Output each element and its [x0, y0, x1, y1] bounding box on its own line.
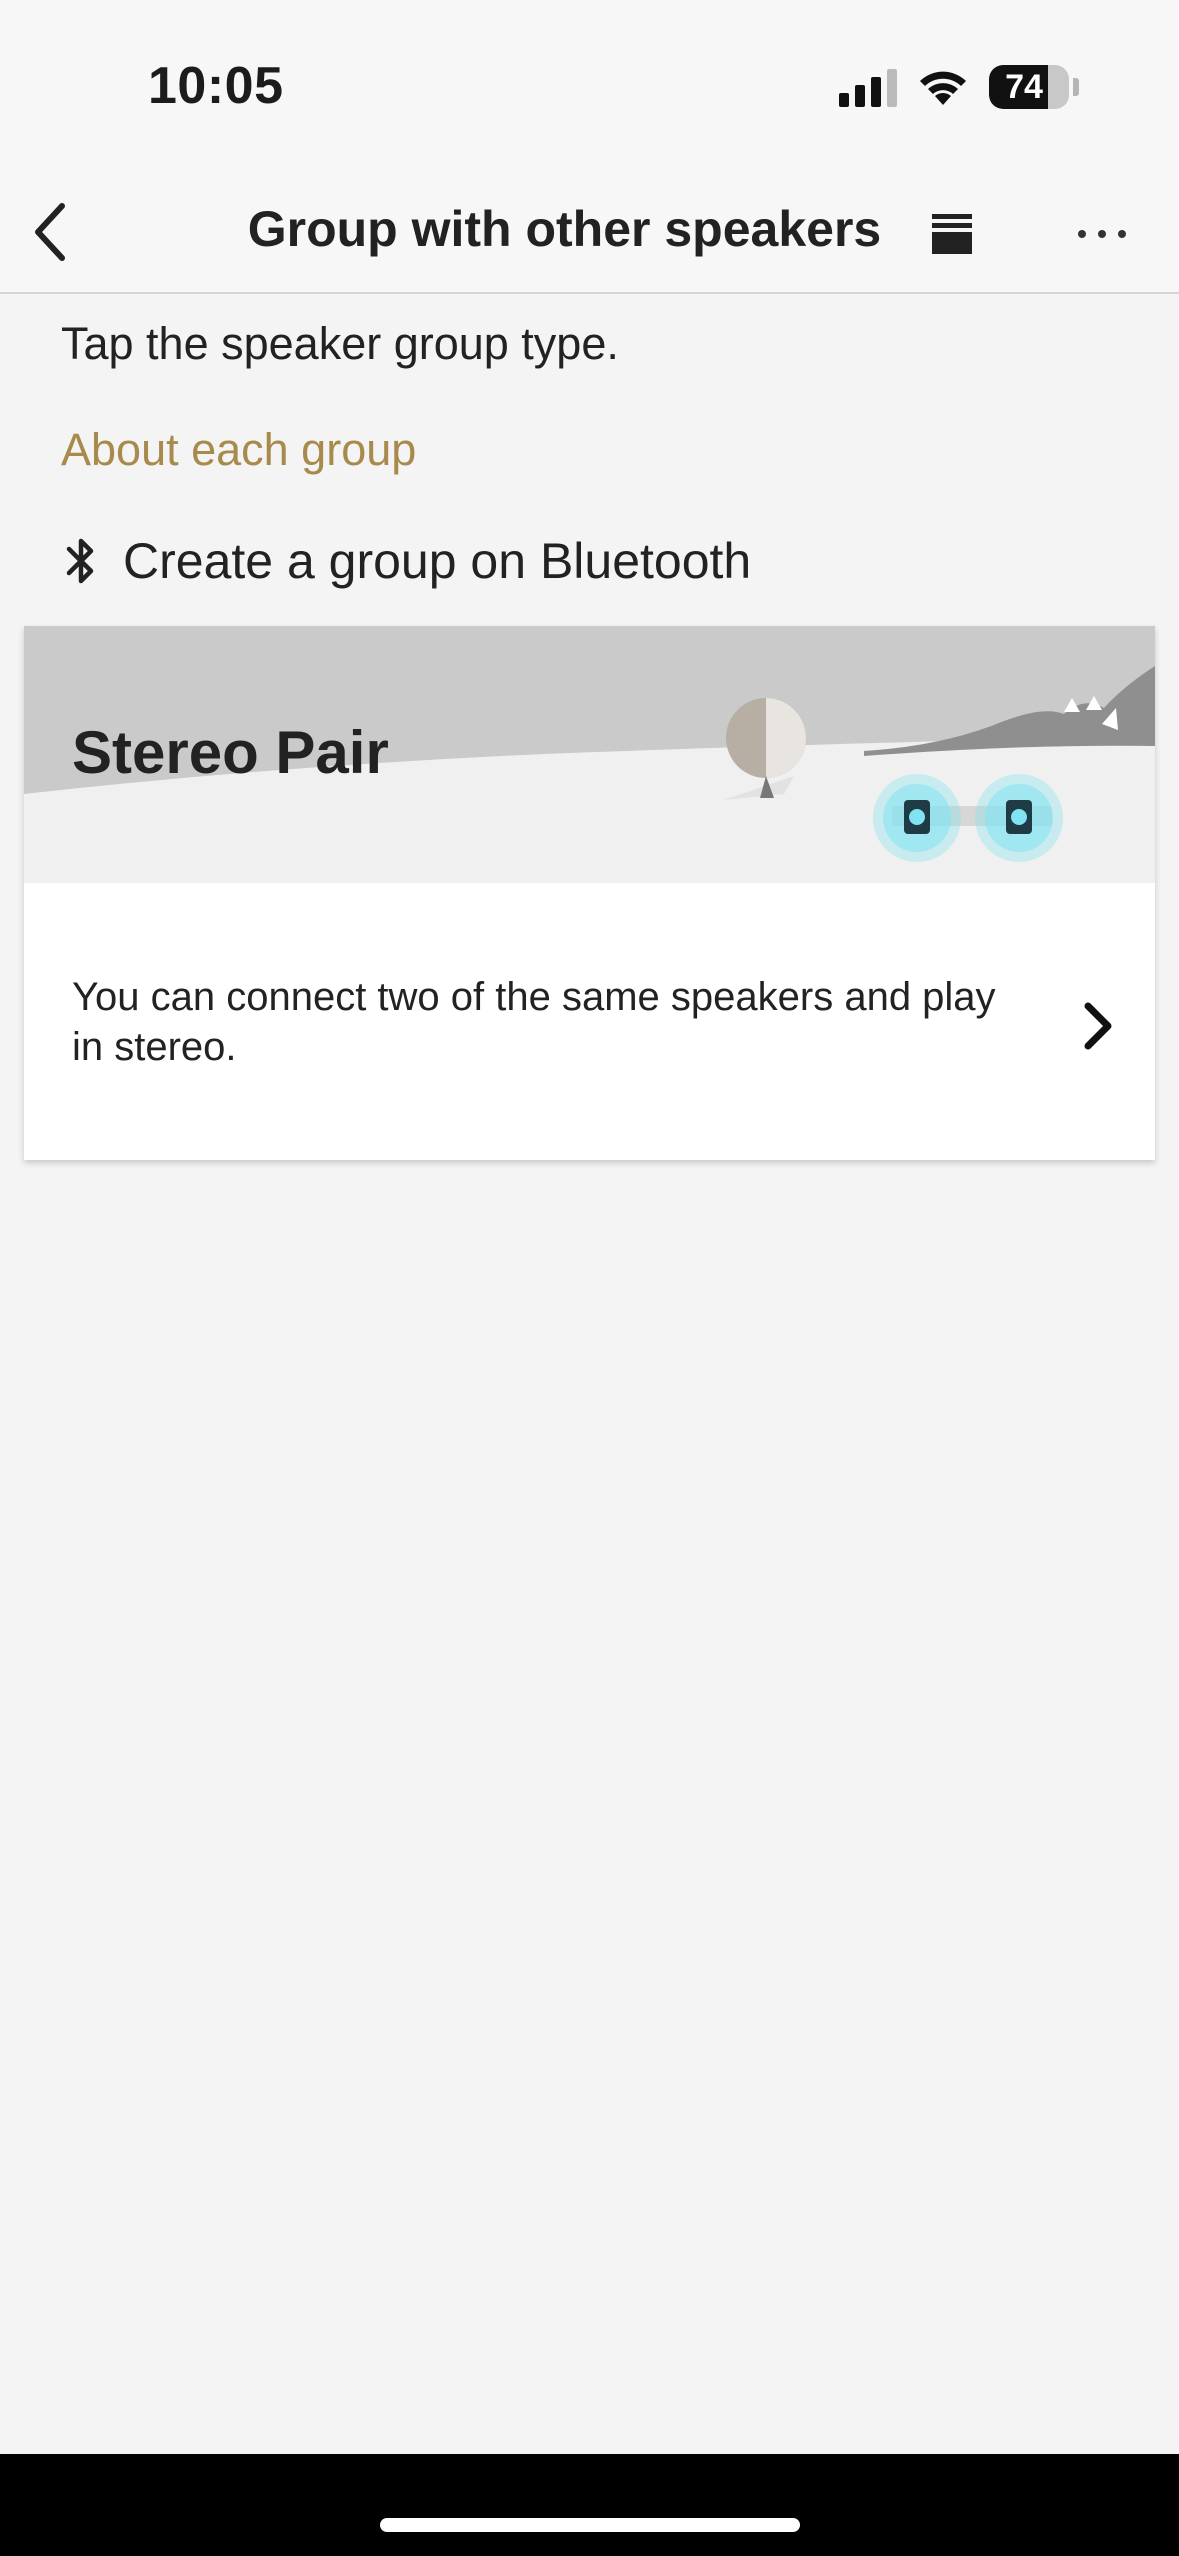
- home-indicator-area: [0, 2454, 1179, 2556]
- signal-icon: [839, 67, 897, 107]
- bluetooth-icon: [66, 538, 94, 584]
- queue-button[interactable]: [920, 202, 984, 266]
- stereo-pair-banner: Stereo Pair: [24, 626, 1155, 883]
- bluetooth-label: Create a group on Bluetooth: [123, 533, 752, 589]
- wifi-icon: [920, 71, 966, 105]
- more-button[interactable]: [1062, 202, 1142, 266]
- battery-level: 74: [1005, 68, 1043, 106]
- status-icons: 74: [839, 62, 1079, 112]
- stereo-pair-title: Stereo Pair: [72, 719, 389, 786]
- chevron-right-icon: [1084, 1002, 1112, 1050]
- stereo-pair-description: You can connect two of the same speakers…: [72, 975, 996, 1069]
- more-horizontal-icon: [1078, 230, 1126, 238]
- queue-icon: [932, 214, 972, 254]
- battery-icon: 74: [989, 65, 1069, 109]
- create-bluetooth-group-link[interactable]: Create a group on Bluetooth: [61, 528, 751, 594]
- stereo-pair-card[interactable]: Stereo Pair You can connect two of the s…: [24, 626, 1155, 1160]
- about-each-group-link[interactable]: About each group: [61, 424, 416, 476]
- status-time: 10:05: [148, 57, 284, 115]
- status-bar: 10:05 74: [0, 0, 1179, 170]
- home-indicator[interactable]: [380, 2518, 800, 2532]
- instructions-text: Tap the speaker group type.: [61, 318, 619, 369]
- nav-bar: Group with other speakers: [0, 170, 1179, 294]
- page-title: Group with other speakers: [247, 201, 882, 257]
